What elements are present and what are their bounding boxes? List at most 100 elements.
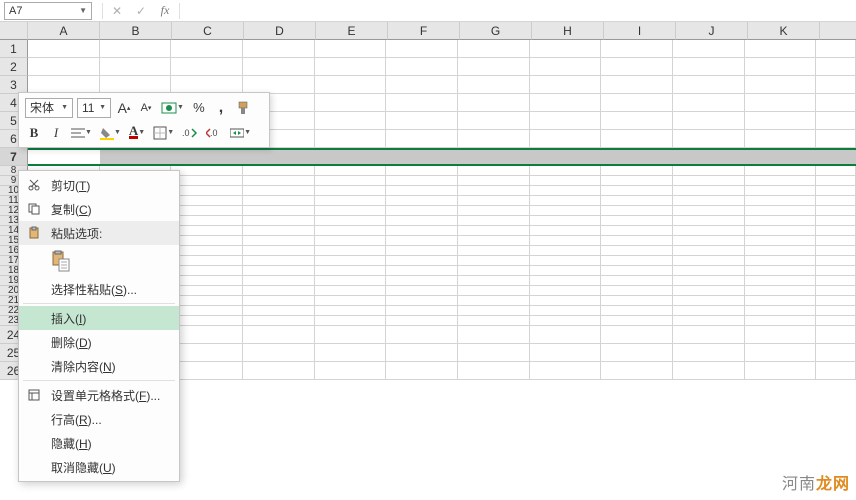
select-all-corner[interactable] [0,22,28,40]
cell[interactable] [816,266,856,276]
cell[interactable] [315,246,387,256]
cell[interactable] [530,58,602,76]
cell[interactable] [816,306,856,316]
cell[interactable] [458,296,530,306]
menu-clear[interactable]: 清除内容(N) [19,354,179,378]
cell[interactable] [530,316,602,326]
cell[interactable] [816,196,856,206]
cell[interactable] [386,296,458,306]
cell[interactable] [530,296,602,306]
cell[interactable] [816,296,856,306]
cell[interactable] [601,76,673,94]
cell[interactable] [673,236,745,246]
align-button[interactable]: ▼ [69,123,94,143]
cell[interactable] [315,256,387,266]
cell[interactable] [386,276,458,286]
cell[interactable] [745,216,817,226]
cell[interactable] [315,166,387,176]
cell[interactable] [816,176,856,186]
cell[interactable] [28,58,100,76]
cell[interactable] [745,286,817,296]
column-header[interactable]: E [316,22,388,40]
fx-button[interactable]: fx [153,2,177,20]
cell[interactable] [673,256,745,266]
cell[interactable] [243,266,315,276]
menu-unhide[interactable]: 取消隐藏(U) [19,455,179,479]
italic-button[interactable]: I [47,123,65,143]
cell[interactable] [745,206,817,216]
cell[interactable] [386,76,458,94]
column-header[interactable]: J [676,22,748,40]
cell[interactable] [816,286,856,296]
cell[interactable] [816,186,856,196]
cell[interactable] [458,236,530,246]
cell[interactable] [601,306,673,316]
cell[interactable] [458,256,530,266]
cell[interactable] [458,326,530,344]
cell[interactable] [171,226,243,236]
cell[interactable] [601,186,673,196]
cell[interactable] [530,326,602,344]
cell[interactable] [530,306,602,316]
cell[interactable] [816,58,856,76]
cell[interactable] [243,344,315,362]
comma-button[interactable]: , [212,98,230,118]
cell[interactable] [673,362,745,380]
cell[interactable] [673,196,745,206]
cell[interactable] [601,326,673,344]
cell[interactable] [171,186,243,196]
cell[interactable] [243,196,315,206]
cell[interactable] [458,58,530,76]
cell[interactable] [673,216,745,226]
cell[interactable] [315,196,387,206]
cell[interactable] [530,344,602,362]
cell[interactable] [458,306,530,316]
cell[interactable] [745,306,817,316]
cell[interactable] [315,306,387,316]
cell[interactable] [386,94,458,112]
cell[interactable] [315,176,387,186]
cell[interactable] [171,286,243,296]
cell[interactable] [458,176,530,186]
font-name-select[interactable]: 宋体 ▼ [25,98,73,118]
font-size-select[interactable]: 11 ▼ [77,98,111,118]
cell[interactable] [458,246,530,256]
cell[interactable] [816,130,856,148]
decrease-decimal-button[interactable]: .0 [204,123,224,143]
percent-button[interactable]: % [190,98,208,118]
cell[interactable] [315,206,387,216]
cell[interactable] [816,226,856,236]
row-header[interactable]: 7 [0,148,28,166]
cell[interactable] [601,236,673,246]
accounting-format-button[interactable]: ▼ [159,98,186,118]
cell[interactable] [601,206,673,216]
cell[interactable] [315,326,387,344]
cell[interactable] [673,344,745,362]
cell[interactable] [673,166,745,176]
cell[interactable] [530,130,602,148]
cell[interactable] [601,246,673,256]
cell[interactable] [315,76,387,94]
cell[interactable] [601,266,673,276]
cell[interactable] [673,176,745,186]
cell[interactable] [601,112,673,130]
menu-delete[interactable]: 删除(D) [19,330,179,354]
cell[interactable] [243,58,315,76]
cell[interactable] [243,40,315,58]
cell[interactable] [458,216,530,226]
cell[interactable] [243,176,315,186]
cell[interactable] [816,276,856,286]
cell[interactable] [386,236,458,246]
cell[interactable] [673,58,745,76]
cell[interactable] [673,276,745,286]
cell[interactable] [243,276,315,286]
cell[interactable] [745,326,817,344]
cell[interactable] [745,246,817,256]
cell[interactable] [816,256,856,266]
cell[interactable] [530,246,602,256]
cell[interactable] [816,236,856,246]
cell[interactable] [171,256,243,266]
cell[interactable] [315,226,387,236]
cell[interactable] [816,326,856,344]
cell[interactable] [530,286,602,296]
